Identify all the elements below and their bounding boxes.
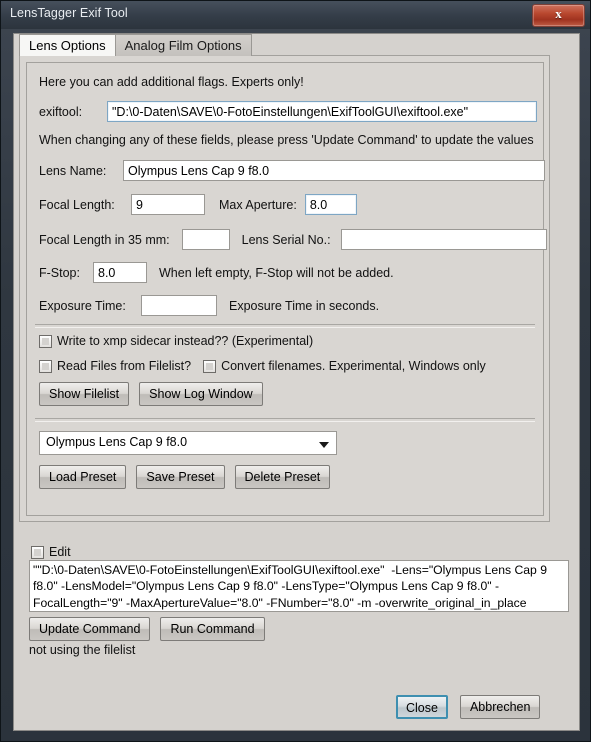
tab-analog-film-options[interactable]: Analog Film Options (114, 34, 252, 56)
exiftool-row: exiftool: (39, 101, 537, 122)
read-filelist-checkbox[interactable] (39, 359, 52, 373)
fstop-row: F-Stop: When left empty, F-Stop will not… (39, 262, 394, 283)
exposure-time-label: Exposure Time: (39, 298, 126, 313)
run-command-button[interactable]: Run Command (160, 617, 265, 641)
tab-lens-options[interactable]: Lens Options (19, 34, 116, 56)
edit-checkbox[interactable] (31, 545, 44, 559)
exiftool-label: exiftool: (39, 104, 83, 119)
preset-buttons-row: Load Preset Save Preset Delete Preset (39, 465, 331, 489)
show-log-window-button[interactable]: Show Log Window (139, 382, 263, 406)
lens-serial-label: Lens Serial No.: (241, 232, 331, 247)
exiftool-path-input[interactable] (107, 101, 537, 122)
tab-strip: Lens Options Analog Film Options (19, 34, 252, 56)
tab-panel-lens-options: Here you can add additional flags. Exper… (19, 55, 550, 522)
application-window: LensTagger Exif Tool x Lens Options Anal… (0, 0, 591, 742)
xmp-sidecar-label: Write to xmp sidecar instead?? (Experime… (57, 334, 314, 348)
max-aperture-input[interactable] (304, 194, 357, 215)
status-text: not using the filelist (29, 643, 136, 657)
preset-dropdown[interactable]: Olympus Lens Cap 9 f8.0 (39, 431, 337, 455)
footer-buttons-row: Close Abbrechen (396, 695, 541, 719)
close-button[interactable]: Close (396, 695, 448, 719)
command-textarea[interactable]: ""D:\0-Daten\SAVE\0-FotoEinstellungen\Ex… (29, 560, 569, 612)
exposure-time-input[interactable] (141, 295, 217, 316)
chevron-down-icon (319, 442, 329, 448)
load-preset-button[interactable]: Load Preset (39, 465, 127, 489)
window-title: LensTagger Exif Tool (10, 6, 128, 20)
edit-label: Edit (49, 545, 71, 559)
lens-options-group: Here you can add additional flags. Exper… (26, 62, 547, 516)
fstop-input[interactable] (93, 262, 147, 283)
focal-length-35mm-label: Focal Length in 35 mm: (39, 232, 170, 247)
xmp-sidecar-checkbox[interactable] (39, 334, 52, 348)
window-close-button[interactable]: x (532, 4, 585, 27)
convert-filenames-checkbox[interactable] (203, 359, 217, 373)
focal-length-row: Focal Length: Max Aperture: (39, 194, 357, 215)
xmp-sidecar-row[interactable]: Write to xmp sidecar instead?? (Experime… (39, 334, 313, 348)
update-hint-row: When changing any of these fields, pleas… (39, 133, 534, 147)
read-filelist-label: Read Files from Filelist? (57, 359, 192, 373)
show-filelist-button[interactable]: Show Filelist (39, 382, 130, 406)
fstop-label: F-Stop: (39, 265, 80, 280)
edit-checkbox-row[interactable]: Edit (31, 545, 71, 559)
filelist-options-row: Read Files from Filelist? Convert filena… (39, 359, 486, 373)
lens-name-row: Lens Name: (39, 160, 545, 181)
separator-bottom (35, 418, 535, 422)
lens-name-label: Lens Name: (39, 163, 107, 178)
focal-length-35-row: Focal Length in 35 mm: Lens Serial No.: (39, 229, 547, 250)
update-command-hint-label: When changing any of these fields, pleas… (39, 133, 534, 147)
max-aperture-label: Max Aperture: (219, 197, 297, 212)
filelist-buttons-row: Show Filelist Show Log Window (39, 382, 263, 406)
delete-preset-button[interactable]: Delete Preset (234, 465, 331, 489)
lens-serial-input[interactable] (340, 229, 547, 250)
lens-name-input[interactable] (123, 160, 545, 181)
focal-length-35mm-input[interactable] (181, 229, 230, 250)
command-buttons-row: Update Command Run Command (29, 617, 265, 641)
convert-filenames-label: Convert filenames. Experimental, Windows… (221, 359, 486, 373)
update-command-button[interactable]: Update Command (29, 617, 151, 641)
flags-hint-row: Here you can add additional flags. Exper… (39, 75, 304, 89)
flags-hint-label: Here you can add additional flags. Exper… (39, 75, 304, 89)
exposure-time-hint-label: Exposure Time in seconds. (229, 298, 380, 313)
title-bar: LensTagger Exif Tool x (1, 1, 590, 29)
focal-length-label: Focal Length: (39, 197, 115, 212)
preset-dropdown-value: Olympus Lens Cap 9 f8.0 (46, 435, 188, 449)
save-preset-button[interactable]: Save Preset (136, 465, 225, 489)
close-icon: x (555, 6, 562, 21)
separator-top (35, 324, 535, 328)
exposure-time-row: Exposure Time: Exposure Time in seconds. (39, 295, 379, 316)
fstop-hint-label: When left empty, F-Stop will not be adde… (159, 265, 394, 280)
focal-length-input[interactable] (131, 194, 205, 215)
cancel-button[interactable]: Abbrechen (459, 695, 541, 719)
